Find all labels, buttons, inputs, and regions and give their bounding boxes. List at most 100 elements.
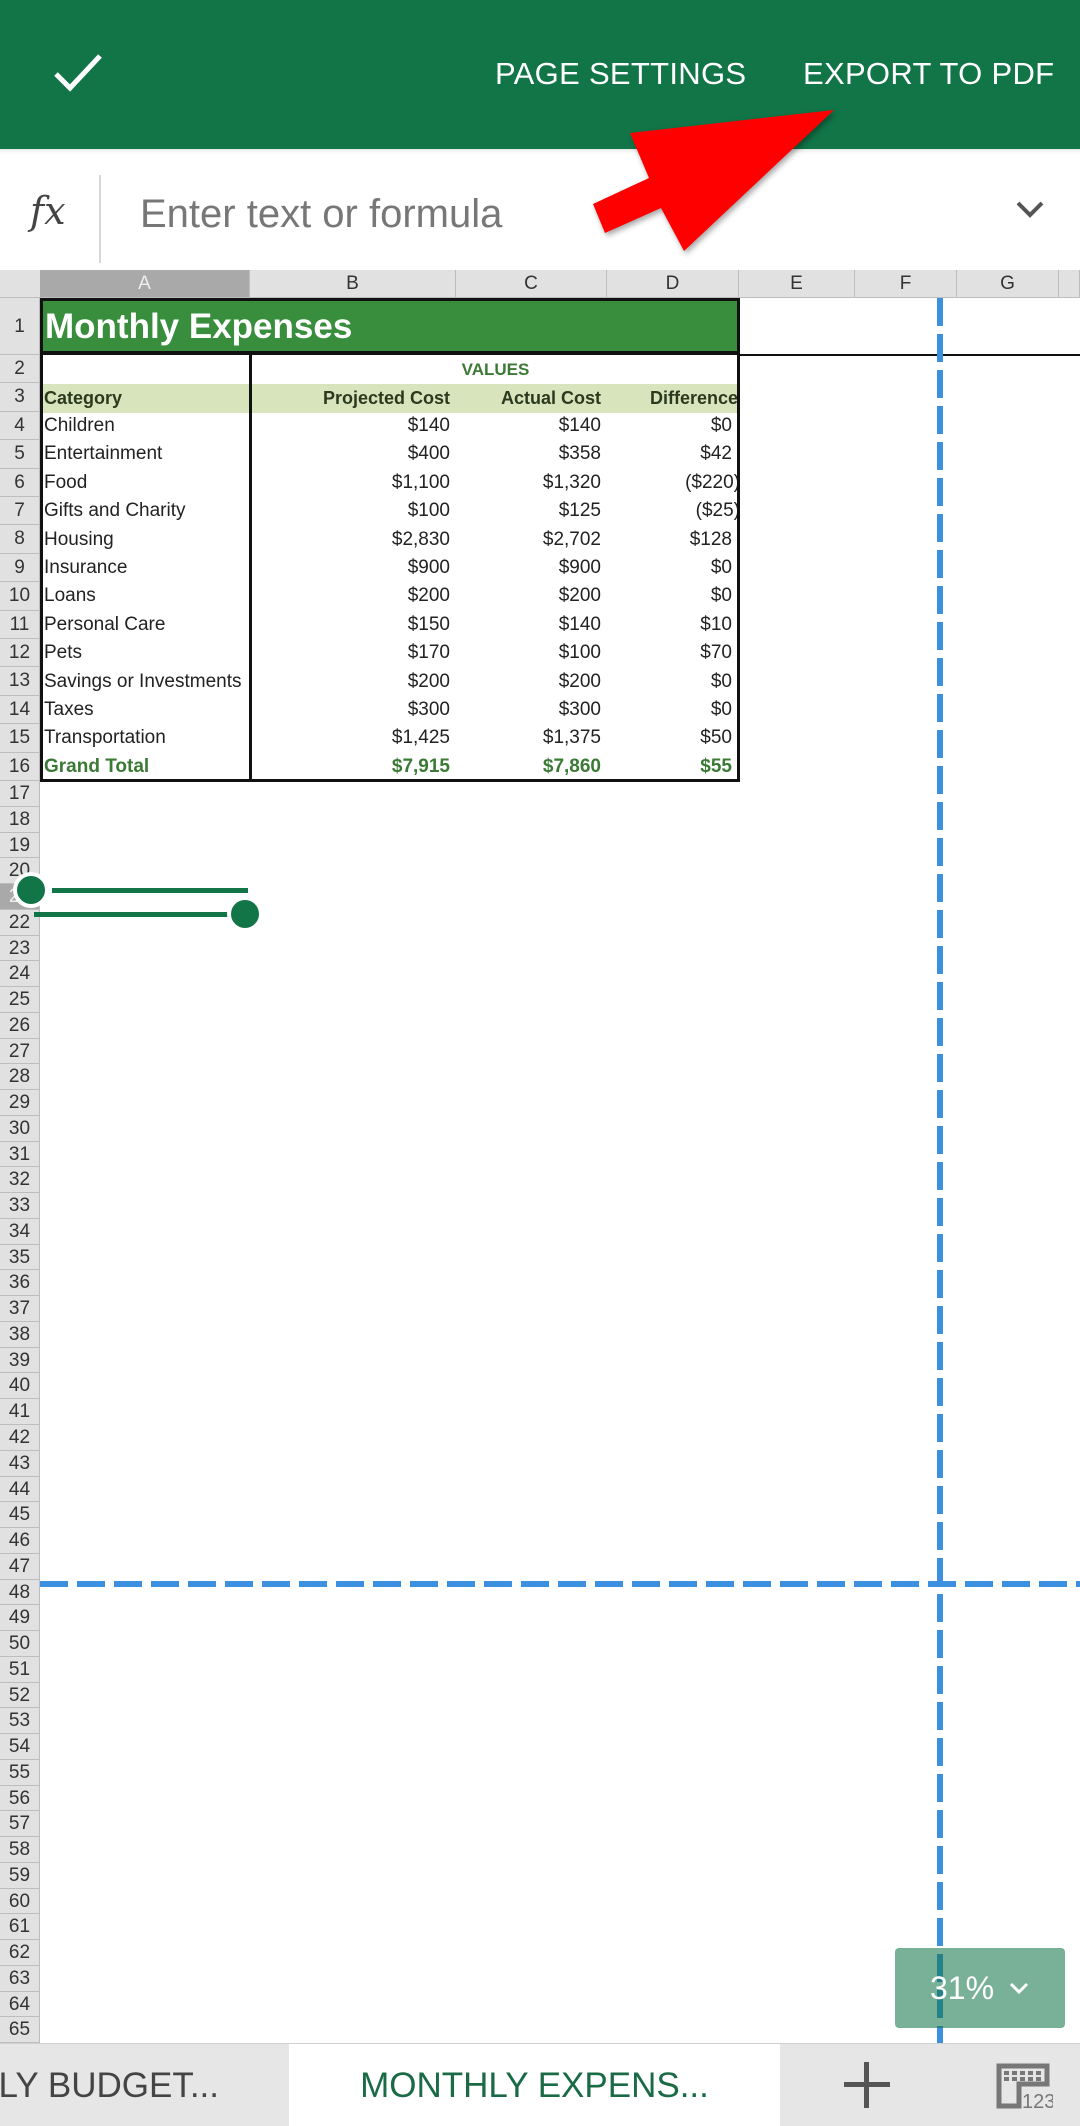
actual-cost-cell[interactable]: $200: [456, 667, 607, 695]
projected-cost-cell[interactable]: $1,100: [252, 469, 456, 497]
vertical-page-break[interactable]: [937, 298, 943, 2043]
row-header-9[interactable]: 9: [0, 553, 40, 583]
check-icon[interactable]: [50, 48, 106, 96]
row-header-28[interactable]: 28: [0, 1064, 40, 1091]
row-header-63[interactable]: 63: [0, 1965, 40, 1992]
formula-input[interactable]: [140, 179, 940, 249]
row-header-34[interactable]: 34: [0, 1218, 40, 1245]
row-header-6[interactable]: 6: [0, 468, 40, 497]
column-header-a[interactable]: A: [40, 270, 250, 298]
actual-cost-cell[interactable]: $125: [456, 497, 607, 525]
row-header-43[interactable]: 43: [0, 1450, 40, 1477]
select-all-corner[interactable]: [0, 270, 40, 298]
projected-cost-cell[interactable]: $2,830: [252, 525, 456, 553]
row-header-60[interactable]: 60: [0, 1888, 40, 1915]
chevron-down-icon[interactable]: [1012, 195, 1048, 225]
difference-cell[interactable]: $0: [607, 667, 740, 695]
projected-cost-cell[interactable]: $200: [252, 667, 456, 695]
row-header-14[interactable]: 14: [0, 695, 40, 725]
actual-cost-cell[interactable]: $100: [456, 639, 607, 667]
horizontal-page-break[interactable]: [40, 1581, 1080, 1587]
row-header-52[interactable]: 52: [0, 1682, 40, 1709]
row-header-7[interactable]: 7: [0, 497, 40, 526]
row-header-32[interactable]: 32: [0, 1167, 40, 1194]
actual-cost-cell[interactable]: $300: [456, 696, 607, 724]
row-header-18[interactable]: 18: [0, 806, 40, 833]
row-header-26[interactable]: 26: [0, 1012, 40, 1039]
row-header-54[interactable]: 54: [0, 1734, 40, 1760]
row-header-61[interactable]: 61: [0, 1914, 40, 1941]
row-header-17[interactable]: 17: [0, 781, 40, 807]
sheet-tab-monthly-budget[interactable]: LY BUDGET...: [0, 2044, 289, 2126]
row-header-25[interactable]: 25: [0, 987, 40, 1013]
category-cell[interactable]: Gifts and Charity: [40, 497, 250, 525]
row-header-4[interactable]: 4: [0, 411, 40, 441]
actual-cost-cell[interactable]: $2,702: [456, 525, 607, 553]
header-difference[interactable]: Difference: [607, 384, 740, 413]
projected-cost-cell[interactable]: $140: [252, 412, 456, 440]
header-actual-cost[interactable]: Actual Cost: [456, 384, 607, 413]
difference-cell[interactable]: ($220): [607, 469, 740, 497]
row-header-15[interactable]: 15: [0, 724, 40, 753]
category-cell[interactable]: Food: [40, 469, 250, 497]
row-header-19[interactable]: 19: [0, 832, 40, 859]
row-header-23[interactable]: 23: [0, 935, 40, 962]
selection-end-handle[interactable]: [227, 896, 263, 932]
column-header-f[interactable]: F: [855, 270, 957, 298]
row-header-56[interactable]: 56: [0, 1785, 40, 1812]
category-cell[interactable]: Housing: [40, 525, 250, 553]
projected-cost-cell[interactable]: $170: [252, 639, 456, 667]
category-cell[interactable]: Personal Care: [40, 611, 250, 639]
sheet-title-cell[interactable]: Monthly Expenses: [40, 298, 740, 355]
category-cell[interactable]: Children: [40, 412, 250, 440]
actual-cost-cell[interactable]: $1,375: [456, 724, 607, 752]
header-category[interactable]: Category: [40, 384, 250, 413]
row-header-39[interactable]: 39: [0, 1347, 40, 1374]
difference-cell[interactable]: $70: [607, 639, 740, 667]
projected-cost-cell[interactable]: $300: [252, 696, 456, 724]
row-header-46[interactable]: 46: [0, 1528, 40, 1554]
column-header-h[interactable]: [1059, 270, 1080, 298]
category-cell[interactable]: Savings or Investments: [40, 667, 250, 695]
row-header-10[interactable]: 10: [0, 582, 40, 611]
actual-cost-cell[interactable]: $140: [456, 412, 607, 440]
row-header-36[interactable]: 36: [0, 1270, 40, 1297]
row-header-42[interactable]: 42: [0, 1425, 40, 1451]
column-header-d[interactable]: D: [607, 270, 739, 298]
row-header-5[interactable]: 5: [0, 440, 40, 469]
row-header-47[interactable]: 47: [0, 1553, 40, 1580]
total-category-cell[interactable]: Grand Total: [40, 753, 250, 781]
difference-cell[interactable]: $10: [607, 611, 740, 639]
projected-cost-cell[interactable]: $900: [252, 554, 456, 582]
row-header-65[interactable]: 65: [0, 2017, 40, 2043]
difference-cell[interactable]: ($25): [607, 497, 740, 525]
export-to-pdf-button[interactable]: EXPORT TO PDF: [803, 56, 1054, 92]
row-header-50[interactable]: 50: [0, 1631, 40, 1657]
category-cell[interactable]: Insurance: [40, 554, 250, 582]
row-header-2[interactable]: 2: [0, 355, 40, 384]
projected-cost-cell[interactable]: $150: [252, 611, 456, 639]
category-cell[interactable]: Taxes: [40, 696, 250, 724]
row-header-16[interactable]: 16: [0, 752, 40, 781]
difference-cell[interactable]: $0: [607, 582, 740, 610]
actual-cost-cell[interactable]: $900: [456, 554, 607, 582]
category-cell[interactable]: Pets: [40, 639, 250, 667]
row-header-62[interactable]: 62: [0, 1940, 40, 1966]
difference-cell[interactable]: $50: [607, 724, 740, 752]
projected-cost-cell[interactable]: $100: [252, 497, 456, 525]
row-header-49[interactable]: 49: [0, 1605, 40, 1632]
difference-cell[interactable]: $128: [607, 525, 740, 553]
category-cell[interactable]: Entertainment: [40, 440, 250, 468]
actual-cost-cell[interactable]: $140: [456, 611, 607, 639]
row-header-8[interactable]: 8: [0, 525, 40, 554]
row-header-44[interactable]: 44: [0, 1476, 40, 1503]
column-header-e[interactable]: E: [739, 270, 855, 298]
total-difference-cell[interactable]: $55: [607, 753, 740, 781]
row-header-37[interactable]: 37: [0, 1296, 40, 1322]
total-actual-cost-cell[interactable]: $7,860: [456, 753, 607, 781]
row-header-29[interactable]: 29: [0, 1090, 40, 1116]
actual-cost-cell[interactable]: $358: [456, 440, 607, 468]
row-header-58[interactable]: 58: [0, 1837, 40, 1863]
difference-cell[interactable]: $0: [607, 696, 740, 724]
row-header-31[interactable]: 31: [0, 1141, 40, 1168]
